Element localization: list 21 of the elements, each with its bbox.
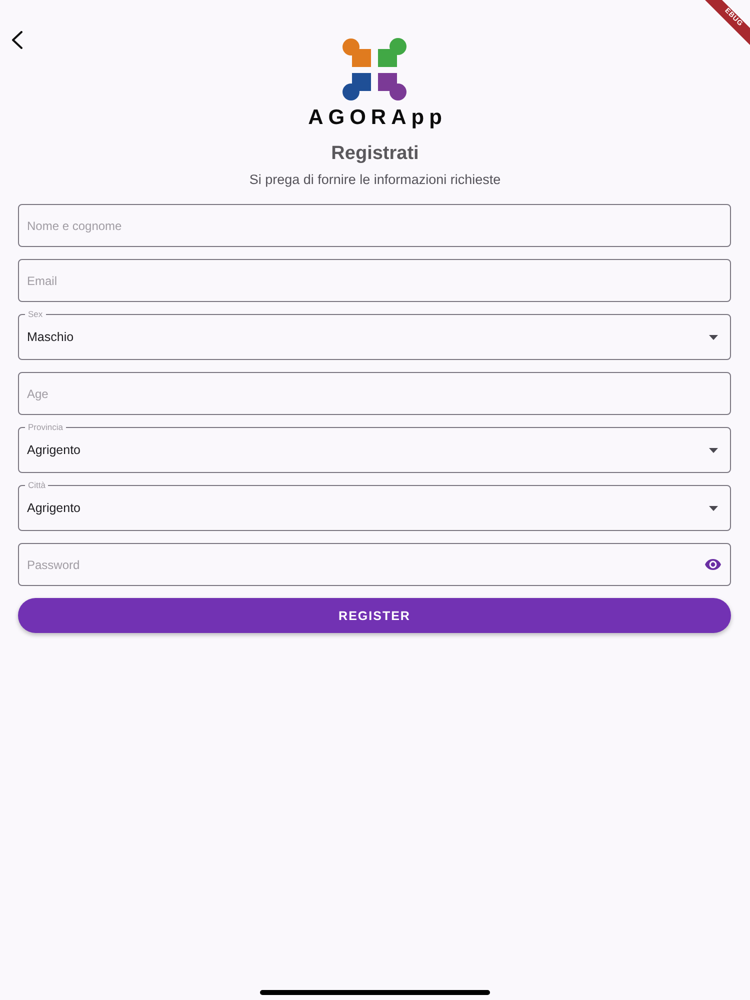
app-name: AGORApp [307,106,447,130]
dropdown-field[interactable]: Sex Maschio [18,309,731,360]
caret-icon [709,448,718,452]
caret-icon [709,506,718,510]
field-label: Provincia [27,422,64,432]
page-subtitle: Si prega di fornire le informazioni richieste [249,171,501,189]
input-field[interactable]: Email [18,259,731,302]
input-field[interactable]: Nome e cognome [18,204,731,247]
input-field[interactable]: Age [18,372,731,415]
field-label: Sex [27,309,44,319]
caret-icon [709,334,718,340]
dropdown-field[interactable]: Provincia Agrigento [18,422,731,473]
back-icon[interactable] [11,31,23,49]
logo-icon [342,38,408,101]
eye-icon[interactable] [705,559,721,570]
field-label: Città [27,480,46,490]
debug-ribbon [705,0,750,45]
page-title: Registrati [331,142,419,166]
password-field[interactable]: Password [18,543,731,586]
register-button[interactable]: REGISTER [18,598,731,633]
dropdown-field[interactable]: Città Agrigento [18,480,731,531]
